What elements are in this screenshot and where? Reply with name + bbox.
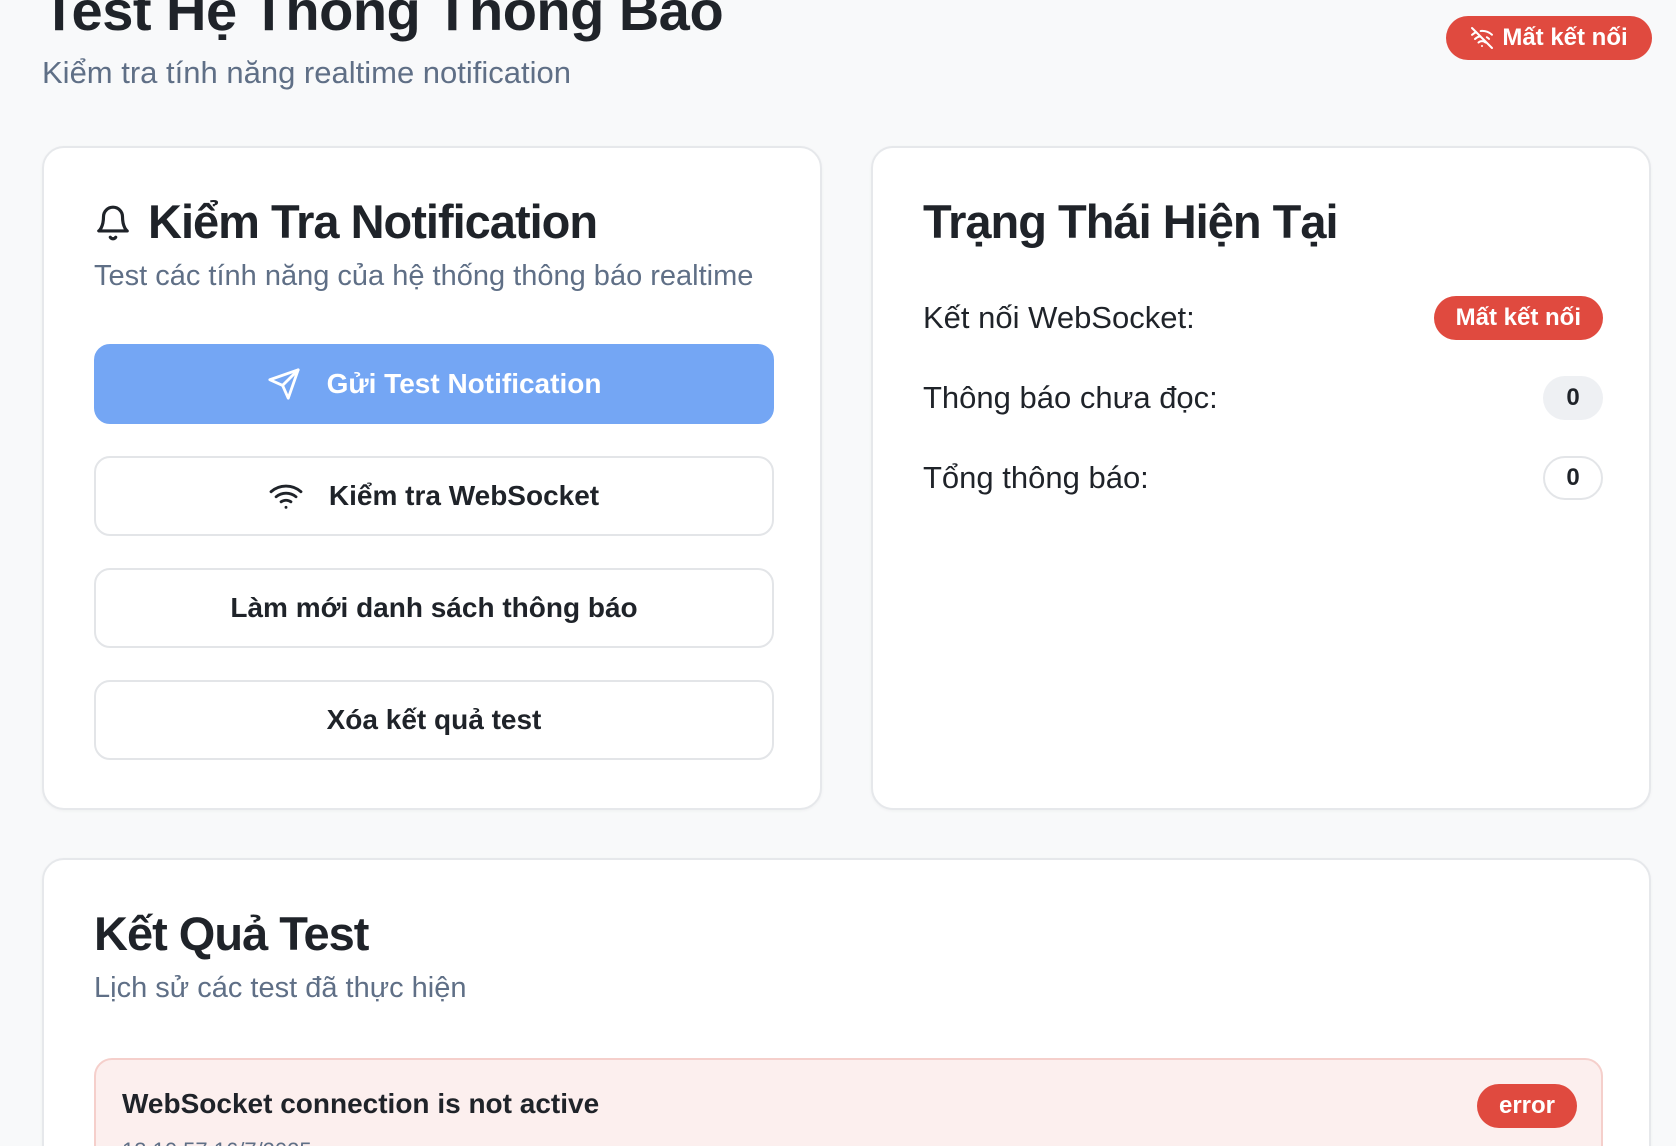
wifi-off-icon [1470,26,1494,50]
page: Test Hệ Thống Thông Báo Kiểm tra tính nă… [0,0,1676,1146]
refresh-notifications-button[interactable]: Làm mới danh sách thông báo [94,568,774,648]
check-websocket-label: Kiểm tra WebSocket [328,480,600,511]
websocket-status-row: Kết nối WebSocket: Mất kết nối [923,290,1603,346]
current-status-card: Trạng Thái Hiện Tại Kết nối WebSocket: M… [871,146,1651,810]
current-status-title: Trạng Thái Hiện Tại [923,195,1339,248]
total-count-label: Tổng thông báo: [923,460,1149,495]
notification-test-description: Test các tính năng của hệ thống thông bá… [94,260,754,292]
send-test-notification-label: Gửi Test Notification [326,368,602,399]
websocket-status-label: Kết nối WebSocket: [923,300,1195,335]
wifi-icon [269,479,303,513]
send-icon [267,367,301,401]
notification-test-title: Kiểm Tra Notification [148,195,598,248]
notification-test-card: Kiểm Tra Notification Test các tính năng… [42,146,822,810]
page-subtitle: Kiểm tra tính năng realtime notification [42,55,571,90]
check-websocket-button[interactable]: Kiểm tra WebSocket [94,456,774,536]
bell-icon [94,202,132,244]
unread-count-badge: 0 [1543,376,1603,420]
send-test-notification-button[interactable]: Gửi Test Notification [94,344,774,424]
total-count-badge: 0 [1543,456,1603,500]
connection-status-label: Mất kết nối [1502,24,1628,51]
test-results-description: Lịch sử các test đã thực hiện [94,972,467,1004]
test-result-item: WebSocket connection is not active 13:10… [94,1058,1603,1146]
test-results-card: Kết Quả Test Lịch sử các test đã thực hi… [42,858,1651,1146]
page-title: Test Hệ Thống Thông Báo [42,0,724,42]
test-result-status-badge: error [1476,1084,1577,1128]
websocket-status-badge: Mất kết nối [1433,296,1603,340]
connection-status-badge: Mất kết nối [1446,16,1652,60]
total-count-row: Tổng thông báo: 0 [923,450,1603,506]
unread-count-row: Thông báo chưa đọc: 0 [923,370,1603,426]
test-result-message: WebSocket connection is not active [122,1088,600,1119]
test-results-title: Kết Quả Test [94,907,369,960]
clear-results-button[interactable]: Xóa kết quả test [94,680,774,760]
unread-count-label: Thông báo chưa đọc: [923,380,1218,415]
test-result-timestamp: 13:10:57 16/7/2025 [122,1138,312,1146]
